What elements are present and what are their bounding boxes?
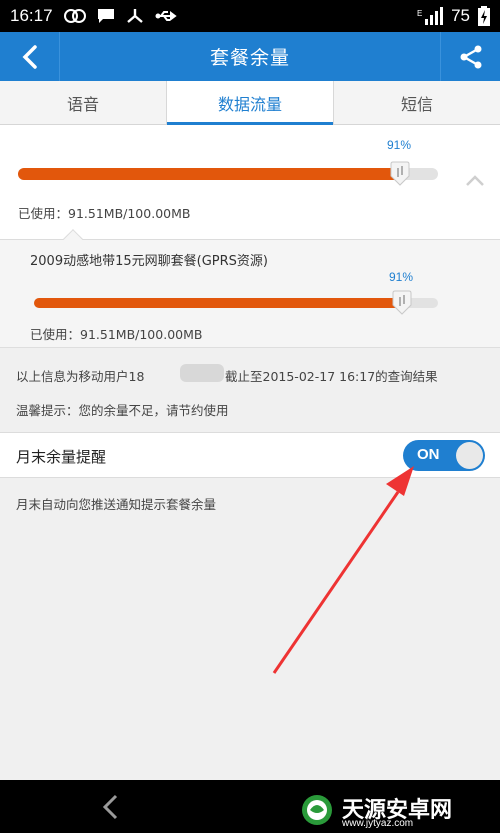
toggle-state-label: ON [417, 446, 440, 463]
total-usage-percent: 91% [387, 138, 412, 152]
package-usage-slider-thumb [392, 290, 412, 315]
tab-bar: 语音 数据流量 短信 [0, 81, 500, 125]
tab-voice[interactable]: 语音 [0, 81, 167, 124]
watermark-logo-icon [302, 795, 332, 825]
low-balance-tip: 温馨提示：您的余量不足，请节约使用 [16, 403, 229, 418]
query-info-suffix: 截止至2015-02-17 16:17的查询结果 [225, 369, 438, 384]
package-usage-bar-fill [34, 298, 402, 308]
package-name: 2009动感地带15元网聊套餐(GPRS资源) [30, 254, 268, 269]
battery-charging-icon [478, 6, 490, 26]
total-used-text: 已使用：91.51MB/100.00MB [18, 206, 191, 221]
month-end-reminder-row: 月末余量提醒 ON [0, 432, 500, 478]
watermark: 天源安卓网 www.jytyaz.com [296, 790, 452, 829]
message-icon [97, 8, 115, 24]
total-usage-bar [18, 168, 438, 180]
share-icon [460, 45, 481, 68]
watermark-url: www.jytyaz.com [342, 818, 414, 829]
app-bar: 套餐余量 [0, 32, 500, 81]
month-end-reminder-description: 月末自动向您推送通知提示套餐余量 [16, 497, 217, 512]
query-info-prefix: 以上信息为移动用户18 [16, 369, 145, 384]
tab-sms[interactable]: 短信 [334, 81, 500, 124]
package-panel: 2009动感地带15元网聊套餐(GPRS资源) 91% 已使用：91.51MB/… [0, 229, 500, 348]
phone-number-mask [180, 364, 224, 382]
back-arrow-icon [22, 44, 37, 69]
share-button[interactable] [440, 32, 500, 81]
back-button[interactable] [0, 32, 60, 81]
package-usage-percent: 91% [389, 270, 414, 284]
page-title: 套餐余量 [209, 47, 290, 69]
nav-back-icon[interactable] [96, 794, 126, 820]
package-used-text: 已使用：91.51MB/100.00MB [30, 327, 203, 342]
total-usage-bar-fill [18, 168, 400, 180]
svg-text:E: E [417, 9, 422, 18]
rings-icon [63, 8, 87, 24]
toggle-knob [456, 442, 483, 469]
status-bar: 16:17 E 75 [0, 0, 500, 32]
signal-icon: E [417, 7, 444, 25]
battery-level: 75 [451, 6, 470, 25]
chevron-up-icon[interactable] [464, 173, 486, 189]
status-time: 16:17 [10, 6, 53, 25]
usb-icon [155, 8, 179, 24]
package-usage-bar [34, 298, 438, 308]
total-usage-panel: 91% 已使用：91.51MB/100.00MB [0, 125, 500, 240]
total-usage-slider-thumb [390, 161, 410, 186]
month-end-reminder-label: 月末余量提醒 [16, 448, 107, 466]
month-end-reminder-toggle[interactable]: ON [403, 440, 485, 471]
tab-data-traffic[interactable]: 数据流量 [167, 81, 334, 125]
network-share-icon [125, 7, 145, 25]
